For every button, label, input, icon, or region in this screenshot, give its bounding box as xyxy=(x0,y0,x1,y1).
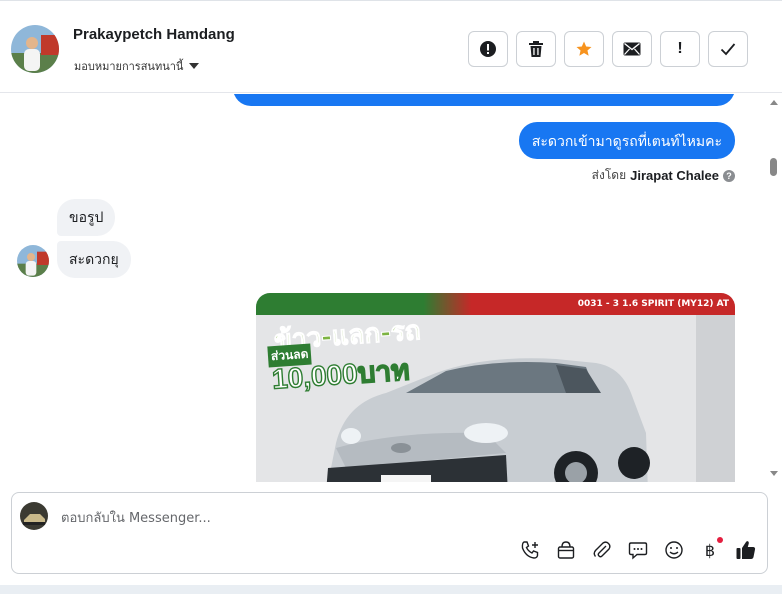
baht-glyph: ฿ xyxy=(704,540,716,560)
incoming-message[interactable]: ขอรูป xyxy=(57,199,116,236)
caret-down-icon xyxy=(189,63,200,69)
sent-by-info: ส่งโดย Jirapat Chalee ? xyxy=(592,166,735,185)
composer-toolbar: ฿ xyxy=(519,537,757,561)
star-icon xyxy=(576,41,592,56)
conversation-header: Prakaypetch Hamdang มอบหมายการสนทนานี้ ! xyxy=(0,5,782,93)
messenger-conversation-panel: Prakaypetch Hamdang มอบหมายการสนทนานี้ ! xyxy=(0,0,782,594)
exclamation-icon: ! xyxy=(677,40,683,57)
mark-done-button[interactable] xyxy=(708,31,748,67)
gift-icon[interactable] xyxy=(555,539,577,561)
paperclip-icon[interactable] xyxy=(591,539,613,561)
assign-label: มอบหมายการสนทนานี้ xyxy=(74,60,184,73)
contact-avatar-small[interactable] xyxy=(17,245,49,277)
reply-composer: ฿ xyxy=(11,492,768,574)
assign-conversation-dropdown[interactable]: มอบหมายการสนทนานี้ xyxy=(74,57,200,75)
check-icon xyxy=(720,43,736,56)
follow-up-button[interactable]: ! xyxy=(660,31,700,67)
emoji-icon[interactable] xyxy=(663,539,685,561)
thread-scrollbar[interactable] xyxy=(766,94,782,482)
spam-button[interactable] xyxy=(468,31,508,67)
help-icon[interactable]: ? xyxy=(723,169,735,182)
envelope-icon xyxy=(623,42,641,56)
scroll-up-arrow-icon[interactable] xyxy=(770,100,778,105)
delete-button[interactable] xyxy=(516,31,556,67)
reply-input[interactable] xyxy=(61,507,741,529)
outgoing-message[interactable]: สะดวกเข้ามาดูรถที่เตนท์ไหมคะ xyxy=(518,122,735,159)
contact-avatar[interactable] xyxy=(11,25,59,73)
notification-dot xyxy=(717,537,723,543)
scroll-down-arrow-icon[interactable] xyxy=(770,471,778,476)
message-thread[interactable]: สะดวกเข้ามาดูรถที่เตนท์ไหมคะ ส่งโดย Jira… xyxy=(0,94,766,482)
exclamation-circle-icon xyxy=(480,41,496,57)
star-button[interactable] xyxy=(564,31,604,67)
car-photo-attachment[interactable]: 0031 - 3 1.6 SPIRIT (MY12) AT ข้าว-แลก-ร… xyxy=(256,293,735,482)
outgoing-message-partial xyxy=(233,94,735,106)
promo-overlay: ข้าว-แลก-รถ ส่วนลด 10,000บาท xyxy=(267,315,458,395)
scrollbar-thumb[interactable] xyxy=(770,158,777,176)
sent-by-name: Jirapat Chalee xyxy=(630,168,719,183)
baht-icon[interactable]: ฿ xyxy=(699,537,723,561)
header-actions: ! xyxy=(468,31,748,67)
contact-name[interactable]: Prakaypetch Hamdang xyxy=(73,26,235,43)
sent-by-prefix: ส่งโดย xyxy=(591,168,627,182)
call-add-icon[interactable] xyxy=(519,539,541,561)
chat-bubble-icon[interactable] xyxy=(627,539,649,561)
mark-unread-button[interactable] xyxy=(612,31,652,67)
page-avatar xyxy=(20,502,48,530)
incoming-message[interactable]: สะดวกยุ xyxy=(57,241,131,278)
thumbs-up-icon[interactable] xyxy=(735,539,757,561)
trash-icon xyxy=(529,41,543,57)
